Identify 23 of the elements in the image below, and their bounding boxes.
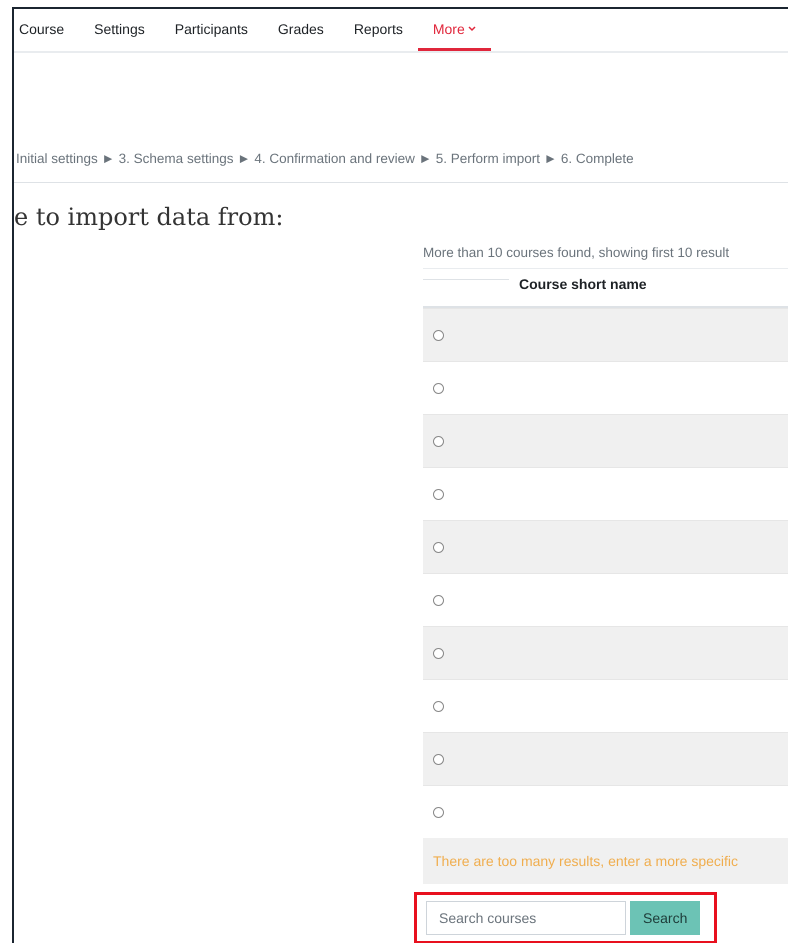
radio-button[interactable] [433, 330, 444, 340]
page-heading: e to import data from: [14, 203, 284, 231]
nav-tab[interactable]: Course [19, 9, 80, 51]
radio-button[interactable] [433, 700, 444, 712]
nav-tab[interactable]: Participants [160, 9, 263, 51]
radio-button[interactable] [433, 754, 444, 764]
radio-button[interactable] [433, 648, 444, 658]
radio-button[interactable] [433, 436, 444, 446]
nav-tab[interactable]: Settings [79, 9, 160, 51]
search-button[interactable]: Search [630, 901, 700, 935]
nav-tab[interactable]: More [418, 9, 491, 51]
radio-button[interactable] [433, 806, 444, 818]
nav-tab[interactable]: Reports [338, 9, 418, 51]
column-header: Course short name [518, 275, 647, 294]
warning-message: There are too many results, enter a more specific [423, 838, 788, 884]
nav-tab[interactable]: Grades [262, 9, 339, 51]
results-info: More than 10 courses found, showing first 10 result [423, 245, 788, 269]
import-steps: Initial settings ► 3. Schema settings ► 4. Confirmation and review ► 5. Perform import ► 6. Complete [14, 151, 788, 183]
search-field[interactable]: Search courses [426, 901, 626, 935]
radio-button[interactable] [433, 382, 444, 394]
radio-button[interactable] [433, 594, 444, 606]
radio-button[interactable] [433, 542, 444, 552]
radio-button[interactable] [433, 488, 444, 500]
